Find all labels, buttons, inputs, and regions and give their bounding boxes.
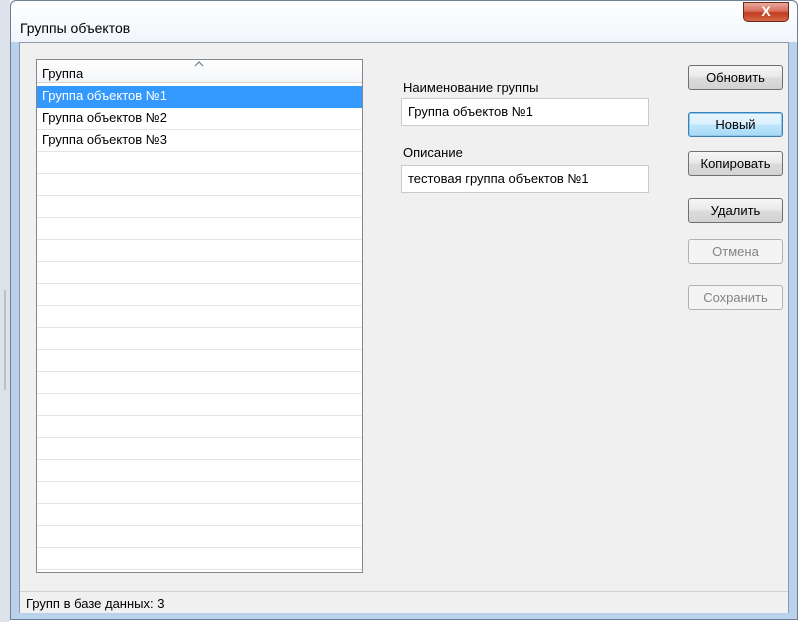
empty-row (37, 504, 362, 526)
empty-row (37, 328, 362, 350)
description-field[interactable]: тестовая группа объектов №1 (401, 165, 649, 193)
empty-row (37, 262, 362, 284)
list-item[interactable]: Группа объектов №3 (37, 130, 362, 152)
empty-row (37, 416, 362, 438)
column-header-group[interactable]: Группа (37, 60, 362, 83)
window-title: Группы объектов (20, 20, 131, 36)
empty-row (37, 240, 362, 262)
background-window-edge (0, 0, 10, 622)
status-bar: Групп в базе данных: 3 (20, 591, 788, 613)
save-button[interactable]: Сохранить (688, 285, 783, 310)
empty-row (37, 152, 362, 174)
group-name-field[interactable]: Группа объектов №1 (401, 98, 649, 126)
groups-list[interactable]: Группа Группа объектов №1 Группа объекто… (36, 59, 363, 573)
list-item[interactable]: Группа объектов №2 (37, 108, 362, 130)
group-count-status: Групп в базе данных: 3 (26, 596, 165, 611)
group-name-label: Наименование группы (403, 80, 539, 95)
copy-button[interactable]: Копировать (688, 151, 783, 176)
dialog-client-area: Группа Группа объектов №1 Группа объекто… (19, 42, 789, 613)
empty-row (37, 482, 362, 504)
empty-row (37, 284, 362, 306)
title-bar[interactable]: Группы объектов X (11, 1, 797, 42)
sort-ascending-icon (194, 61, 204, 67)
empty-row (37, 306, 362, 328)
empty-row (37, 526, 362, 548)
empty-row (37, 196, 362, 218)
column-header-label: Группа (42, 66, 84, 81)
new-button[interactable]: Новый (688, 112, 783, 137)
close-button[interactable]: X (743, 2, 789, 22)
dialog-window: Группы объектов X Группа Группа объектов… (10, 0, 798, 620)
empty-row (37, 460, 362, 482)
close-icon: X (761, 3, 771, 19)
description-label: Описание (403, 145, 463, 160)
empty-row (37, 350, 362, 372)
empty-row (37, 438, 362, 460)
empty-row (37, 394, 362, 416)
delete-button[interactable]: Удалить (688, 198, 783, 223)
empty-row (37, 548, 362, 570)
list-item[interactable]: Группа объектов №1 (37, 86, 362, 108)
cancel-button[interactable]: Отмена (688, 239, 783, 264)
list-rows: Группа объектов №1 Группа объектов №2 Гр… (37, 86, 362, 570)
empty-row (37, 372, 362, 394)
empty-row (37, 218, 362, 240)
empty-row (37, 174, 362, 196)
refresh-button[interactable]: Обновить (688, 65, 783, 90)
